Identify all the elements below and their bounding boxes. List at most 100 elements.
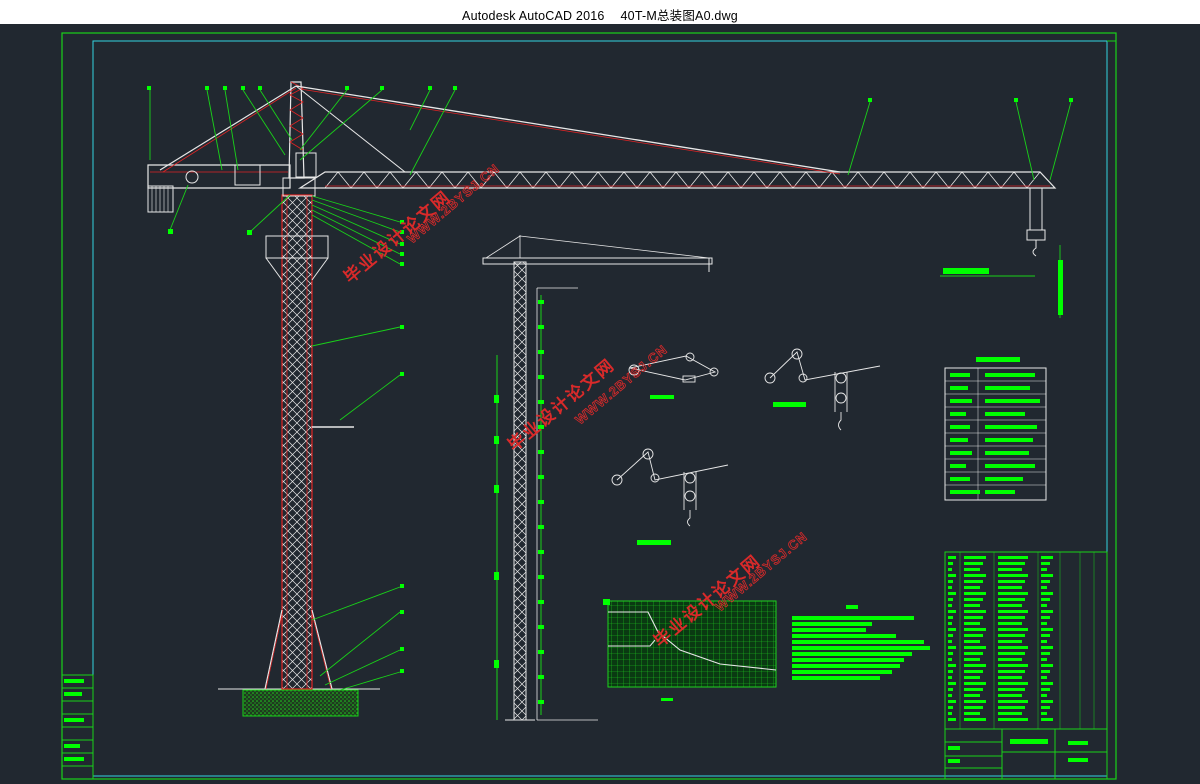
drawing-canvas[interactable]: 毕业设计论文网 WWW.2BYSJ.CN 毕业设计论文网 WWW.2BYSJ.C… [0,24,1200,784]
parts-list-cell [948,634,953,637]
parts-list-cell [998,700,1028,703]
watermark-1-url: WWW.2BYSJ.CN [404,161,502,247]
parts-list-cell [964,712,980,715]
parts-list-cell [964,574,986,577]
parts-list-cell [948,664,956,667]
parts-list-cell [998,694,1022,697]
parts-list-cell [1041,562,1050,565]
parts-list-cell [998,706,1025,709]
parts-list-cell [1041,574,1053,577]
window-title: Autodesk AutoCAD 2016 40T-M总装图A0.dwg [0,5,1200,24]
parts-list-cell [964,652,983,655]
parts-list-cell [964,658,980,661]
parts-list-cell [964,718,986,721]
parts-list-cell [1041,598,1050,601]
parts-list-cell [964,646,986,649]
parts-list-cell [948,718,956,721]
parts-list-cell [948,700,956,703]
parts-list-cell [948,640,952,643]
parts-list-cell [998,670,1025,673]
parts-list-cell [964,640,980,643]
parts-list-cell [998,592,1028,595]
parts-list-cell [964,580,983,583]
parts-list-cell [998,682,1028,685]
parts-list-cell [948,568,952,571]
watermark-1-title: 毕业设计论文网 [340,186,455,287]
title-bar: Autodesk AutoCAD 2016 40T-M总装图A0.dwg [0,0,1200,24]
parts-list-cell [1041,604,1047,607]
reeving-detail-views[interactable] [611,348,881,545]
parts-list-cell [1041,556,1053,559]
parts-list-cell [998,598,1025,601]
parts-list-cell [1041,694,1047,697]
parts-list-cell [1041,610,1053,613]
parts-list-cell [1041,622,1047,625]
parts-list-cell [964,682,986,685]
parts-list-cell [998,628,1028,631]
parts-list-cell [998,646,1028,649]
parts-list-cell [964,616,983,619]
parts-list-cell [1041,592,1053,595]
parts-list-cell [1041,676,1047,679]
parts-list-cell [948,598,953,601]
parts-list-cell [998,664,1028,667]
parts-list-cell [948,676,952,679]
parts-list-cell [948,682,956,685]
parts-list-cell [948,586,952,589]
parts-list-cell [964,592,986,595]
parts-list-cell [998,586,1022,589]
parts-list-cell [948,604,952,607]
parts-list-cell [964,664,986,667]
parts-list-cell [998,556,1028,559]
foundation [242,689,359,717]
parts-list-cell [1041,628,1053,631]
parts-list-cell [1041,586,1047,589]
parts-list-cell [948,580,953,583]
parts-list-cell [1041,658,1047,661]
parts-list-cell [948,688,953,691]
parts-list-cell [948,652,953,655]
parts-list-cell [1041,652,1050,655]
parts-list-cell [948,616,953,619]
parts-list-cell [998,616,1025,619]
technical-notes [792,605,930,680]
parts-list-and-title-block [944,551,1108,780]
parts-list-cell [998,610,1028,613]
parts-list-cell [1041,670,1050,673]
parts-list-cell [964,586,980,589]
parts-list-cell [964,628,986,631]
parts-list-cell [964,604,980,607]
parts-list-cell [998,712,1022,715]
parts-list-cell [1041,664,1053,667]
parts-list-cell [948,610,956,613]
parts-list-cell [1041,682,1053,685]
parts-list-cell [998,718,1028,721]
parts-list-cell [964,688,983,691]
parts-list-cell [1041,646,1053,649]
parts-list-cell [1041,700,1053,703]
parts-list-cell [1041,718,1053,721]
parts-list-cell [964,598,983,601]
parts-list-cell [964,676,980,679]
parts-list-cell [964,700,986,703]
parts-list-cell [948,658,952,661]
tower-mast [281,194,313,690]
parts-list-cell [1041,616,1050,619]
parts-list-cell [948,712,952,715]
app-name: Autodesk AutoCAD 2016 [462,9,605,23]
parts-list-cell [1041,706,1050,709]
parts-list-cell [964,562,983,565]
parts-list-cell [998,604,1022,607]
parts-list-cell [1041,568,1047,571]
parts-list-cell [998,688,1025,691]
parts-list-cell [948,622,952,625]
parts-list-cell [948,694,952,697]
parts-list-cell [1041,688,1050,691]
file-name: 40T-M总装图A0.dwg [620,9,738,23]
parts-list-cell [1041,580,1050,583]
parts-list-cell [948,574,956,577]
parts-list-cell [998,568,1022,571]
parts-list-cell [948,670,953,673]
parameter-table [944,357,1047,501]
parts-list-cell [1041,634,1050,637]
